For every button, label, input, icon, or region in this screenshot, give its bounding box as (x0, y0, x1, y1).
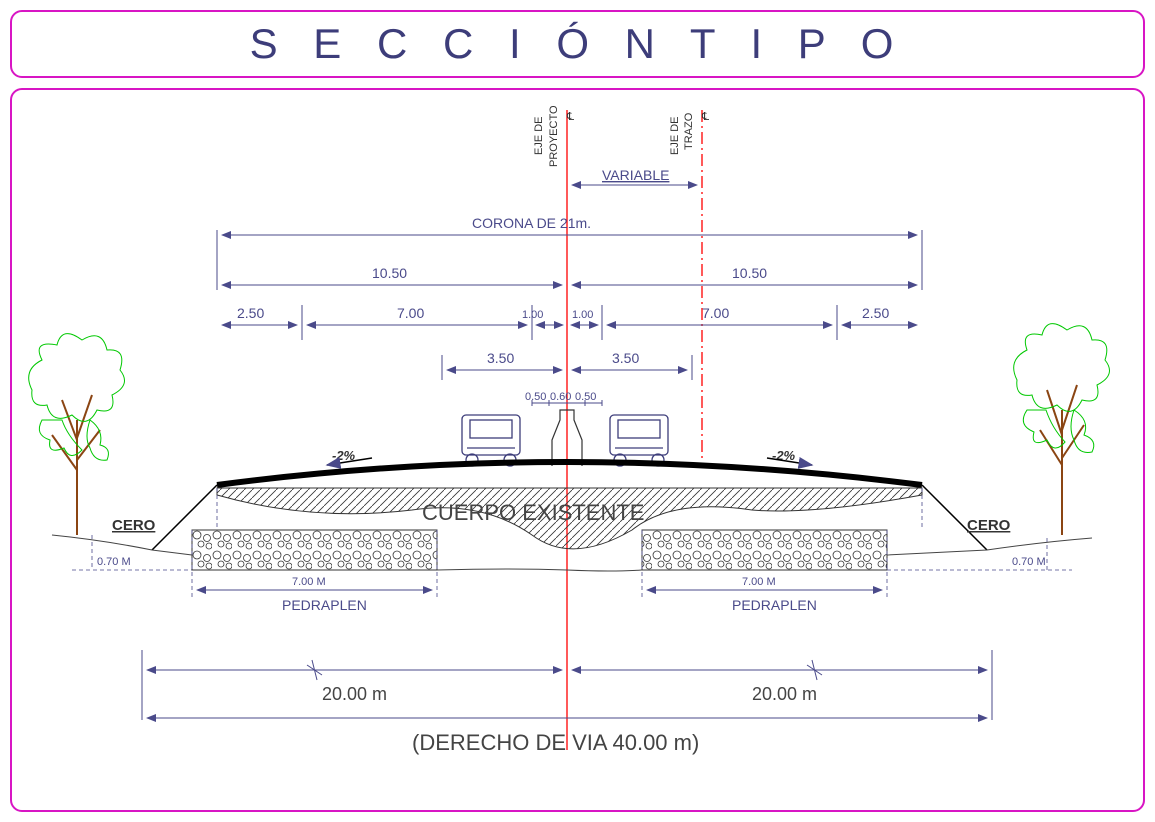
tree-icon (1014, 324, 1110, 535)
svg-text:3.50: 3.50 (612, 350, 639, 366)
svg-text:3.50: 3.50 (487, 350, 514, 366)
svg-text:℄: ℄ (701, 111, 709, 123)
svg-text:7.00 M: 7.00 M (292, 576, 326, 588)
dim-right-of-way-left: 20.00 m (322, 684, 387, 704)
svg-text:1.00: 1.00 (572, 309, 593, 321)
dim-half-left: 10.50 (372, 265, 407, 281)
svg-text:1.00: 1.00 (522, 309, 543, 321)
dim-right-of-way-total: (DERECHO DE VIA 40.00 m) (412, 730, 699, 755)
section-drawing: EJE DE PROYECTO EJE DE TRAZO ℄ ℄ VARIABL… (10, 88, 1145, 812)
label-cero-right: CERO (967, 517, 1011, 534)
label-cero-left: CERO (112, 517, 156, 534)
axis-label-proyecto: EJE DE (533, 116, 545, 155)
section-svg: EJE DE PROYECTO EJE DE TRAZO ℄ ℄ VARIABL… (12, 90, 1127, 770)
svg-text:0.60: 0.60 (550, 391, 571, 403)
svg-text:℄: ℄ (566, 111, 574, 123)
depth-right: 0.70 M (1012, 556, 1046, 568)
svg-text:0.50: 0.50 (525, 391, 546, 403)
pedraplen-right (642, 530, 887, 570)
page-title: S E C C I Ó N T I P O (250, 20, 906, 67)
title-panel: S E C C I Ó N T I P O (10, 10, 1145, 78)
svg-text:PROYECTO: PROYECTO (548, 105, 560, 167)
svg-text:7.00: 7.00 (397, 305, 424, 321)
car-icon (610, 415, 668, 466)
pedraplen-left (192, 530, 437, 570)
svg-text:2.50: 2.50 (862, 305, 889, 321)
svg-text:7.00 M: 7.00 M (742, 576, 776, 588)
axis-label-trazo: EJE DE (669, 116, 681, 155)
label-pedraplen-left: PEDRAPLEN (282, 597, 367, 613)
label-pedraplen-right: PEDRAPLEN (732, 597, 817, 613)
svg-text:0.50: 0.50 (575, 391, 596, 403)
dim-half-right: 10.50 (732, 265, 767, 281)
svg-text:7.00: 7.00 (702, 305, 729, 321)
dim-corona: CORONA DE 21m. (472, 215, 591, 231)
road-surface (217, 462, 922, 485)
car-icon (462, 415, 520, 466)
tree-icon (29, 334, 125, 535)
dim-right-of-way-right: 20.00 m (752, 684, 817, 704)
svg-text:2.50: 2.50 (237, 305, 264, 321)
svg-text:TRAZO: TRAZO (683, 112, 695, 150)
label-cuerpo: CUERPO EXISTENTE (422, 500, 644, 525)
dim-variable: VARIABLE (602, 167, 669, 183)
depth-left: 0.70 M (97, 556, 131, 568)
